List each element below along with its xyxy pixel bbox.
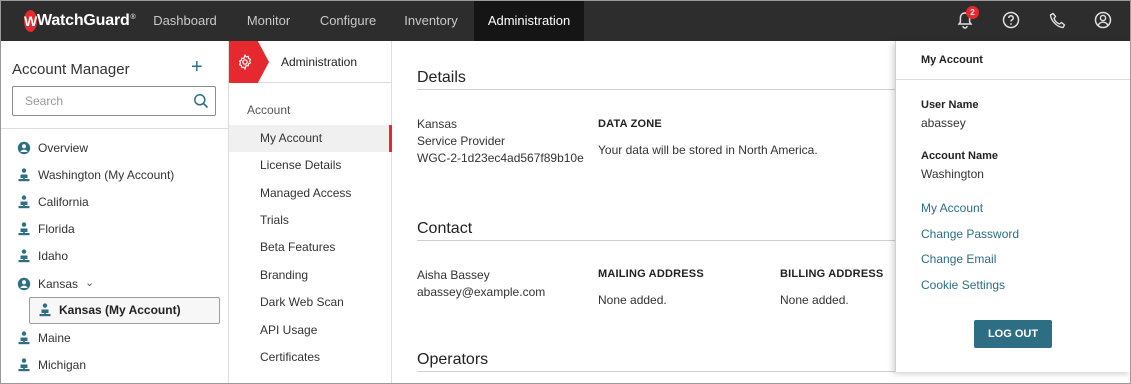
tree-item-label: Idaho — [38, 249, 69, 263]
menu-item-my-account[interactable]: My Account — [229, 125, 392, 152]
watchguard-logo-mark: W — [24, 10, 37, 32]
globe-icon — [17, 277, 31, 291]
account-tree-icon — [17, 168, 31, 182]
divider — [417, 89, 895, 90]
menu-section-account: Account — [247, 103, 291, 117]
user-name-value: abassey — [921, 116, 966, 130]
user-menu-button[interactable] — [1093, 10, 1113, 30]
account-type-text: Service Provider — [417, 134, 506, 148]
change-password-link[interactable]: Change Password — [921, 227, 1019, 241]
gear-icon — [238, 54, 252, 70]
change-email-link[interactable]: Change Email — [921, 252, 996, 266]
menu-item-dark-web-scan[interactable]: Dark Web Scan — [229, 289, 392, 316]
tree-item-label: California — [38, 195, 89, 209]
top-navigation-bar: W WatchGuard ® Dashboard Monitor Configu… — [0, 0, 1131, 41]
tree-item-washington[interactable]: Washington (My Account) — [17, 164, 174, 186]
menu-item-beta-features[interactable]: Beta Features — [229, 234, 392, 261]
administration-menu: Administration Account My Account Licens… — [229, 41, 392, 384]
tab-configure[interactable]: Configure — [309, 0, 387, 41]
tree-item-kansas[interactable]: Kansas ⌄ — [17, 273, 94, 295]
chevron-down-icon[interactable]: ⌄ — [85, 276, 94, 289]
globe-icon — [17, 141, 31, 155]
account-tree-icon — [17, 358, 31, 372]
divider — [417, 240, 895, 241]
operators-heading: Operators — [417, 351, 489, 368]
notification-count-badge: 2 — [966, 6, 979, 19]
billing-address-label: BILLING ADDRESS — [780, 268, 884, 280]
my-account-dropdown: My Account User Name abassey Account Nam… — [895, 41, 1131, 372]
mailing-address-label: MAILING ADDRESS — [598, 268, 704, 280]
settings-gear-badge — [229, 41, 269, 83]
account-manager-panel: Account Manager + Overview Washington (M… — [0, 41, 229, 384]
divider — [417, 371, 895, 372]
tree-item-label: Michigan — [38, 358, 87, 372]
account-id-text: WGC-2-1d23ec4ad567f89b10e — [417, 151, 584, 165]
tree-item-label: Kansas (My Account) — [59, 303, 181, 317]
contact-name-text: Aisha Bassey — [417, 268, 490, 282]
my-account-link[interactable]: My Account — [921, 201, 983, 215]
menu-item-license-details[interactable]: License Details — [229, 152, 392, 179]
account-manager-title: Account Manager — [12, 61, 130, 78]
account-tree-icon — [17, 331, 31, 345]
help-icon — [1002, 11, 1020, 29]
administration-menu-header: Administration — [229, 41, 392, 83]
phone-icon — [1049, 12, 1065, 28]
divider — [0, 128, 229, 129]
billing-address-value: None added. — [780, 293, 849, 307]
mailing-address-value: None added. — [598, 293, 667, 307]
trademark-symbol: ® — [130, 13, 136, 21]
search-icon[interactable] — [193, 93, 209, 109]
tree-item-maine[interactable]: Maine — [17, 327, 71, 349]
menu-item-branding[interactable]: Branding — [229, 262, 392, 289]
support-phone-button[interactable] — [1047, 10, 1067, 30]
account-name-label: Account Name — [921, 150, 999, 162]
log-out-button[interactable]: LOG OUT — [974, 320, 1052, 348]
user-name-label: User Name — [921, 99, 979, 111]
menu-item-trials[interactable]: Trials — [229, 207, 392, 234]
tree-item-florida[interactable]: Florida — [17, 218, 75, 240]
user-icon — [1094, 11, 1112, 29]
tree-item-label: Overview — [38, 141, 89, 155]
account-name-value: Washington — [921, 167, 984, 181]
tree-item-overview[interactable]: Overview — [17, 137, 88, 159]
tab-inventory[interactable]: Inventory — [388, 0, 474, 41]
tree-item-idaho[interactable]: Idaho — [17, 245, 68, 267]
tree-item-california[interactable]: California — [17, 191, 89, 213]
tree-item-kansas-my-account[interactable]: Kansas (My Account) — [29, 297, 220, 324]
account-tree-icon — [17, 222, 31, 236]
menu-item-api-usage[interactable]: API Usage — [229, 317, 392, 344]
tab-administration[interactable]: Administration — [474, 0, 584, 41]
account-search-input[interactable] — [13, 87, 183, 115]
tab-monitor[interactable]: Monitor — [229, 0, 308, 41]
account-tree-icon — [39, 303, 51, 317]
tree-item-label: Washington (My Account) — [38, 168, 175, 182]
tree-item-label: Florida — [38, 222, 75, 236]
details-heading: Details — [417, 69, 466, 86]
menu-item-certificates[interactable]: Certificates — [229, 344, 392, 371]
watchguard-logo-text: WatchGuard — [37, 12, 130, 29]
administration-menu-title: Administration — [281, 55, 358, 69]
dropdown-title: My Account — [921, 54, 983, 66]
account-tree-icon — [17, 195, 31, 209]
tree-item-michigan[interactable]: Michigan — [17, 354, 86, 376]
main-content: Details Kansas Service Provider WGC-2-1d… — [393, 41, 895, 384]
cookie-settings-link[interactable]: Cookie Settings — [921, 278, 1005, 292]
help-button[interactable] — [1001, 10, 1021, 30]
watchguard-logo[interactable]: W WatchGuard ® — [24, 9, 136, 33]
tree-item-label: Kansas — [38, 277, 79, 291]
account-tree-icon — [17, 249, 31, 263]
data-zone-label: DATA ZONE — [598, 118, 662, 130]
tree-item-label: Maine — [38, 331, 71, 345]
account-search-box — [12, 86, 216, 116]
contact-heading: Contact — [417, 220, 473, 237]
account-name-text: Kansas — [417, 117, 458, 131]
menu-item-managed-access[interactable]: Managed Access — [229, 180, 392, 207]
data-zone-value: Your data will be stored in North Americ… — [598, 143, 818, 157]
notifications-button[interactable]: 2 — [955, 6, 979, 30]
add-account-button[interactable]: + — [191, 57, 203, 77]
divider — [896, 79, 1131, 80]
tab-dashboard[interactable]: Dashboard — [142, 0, 228, 41]
contact-email-text: abassey@example.com — [417, 285, 546, 299]
